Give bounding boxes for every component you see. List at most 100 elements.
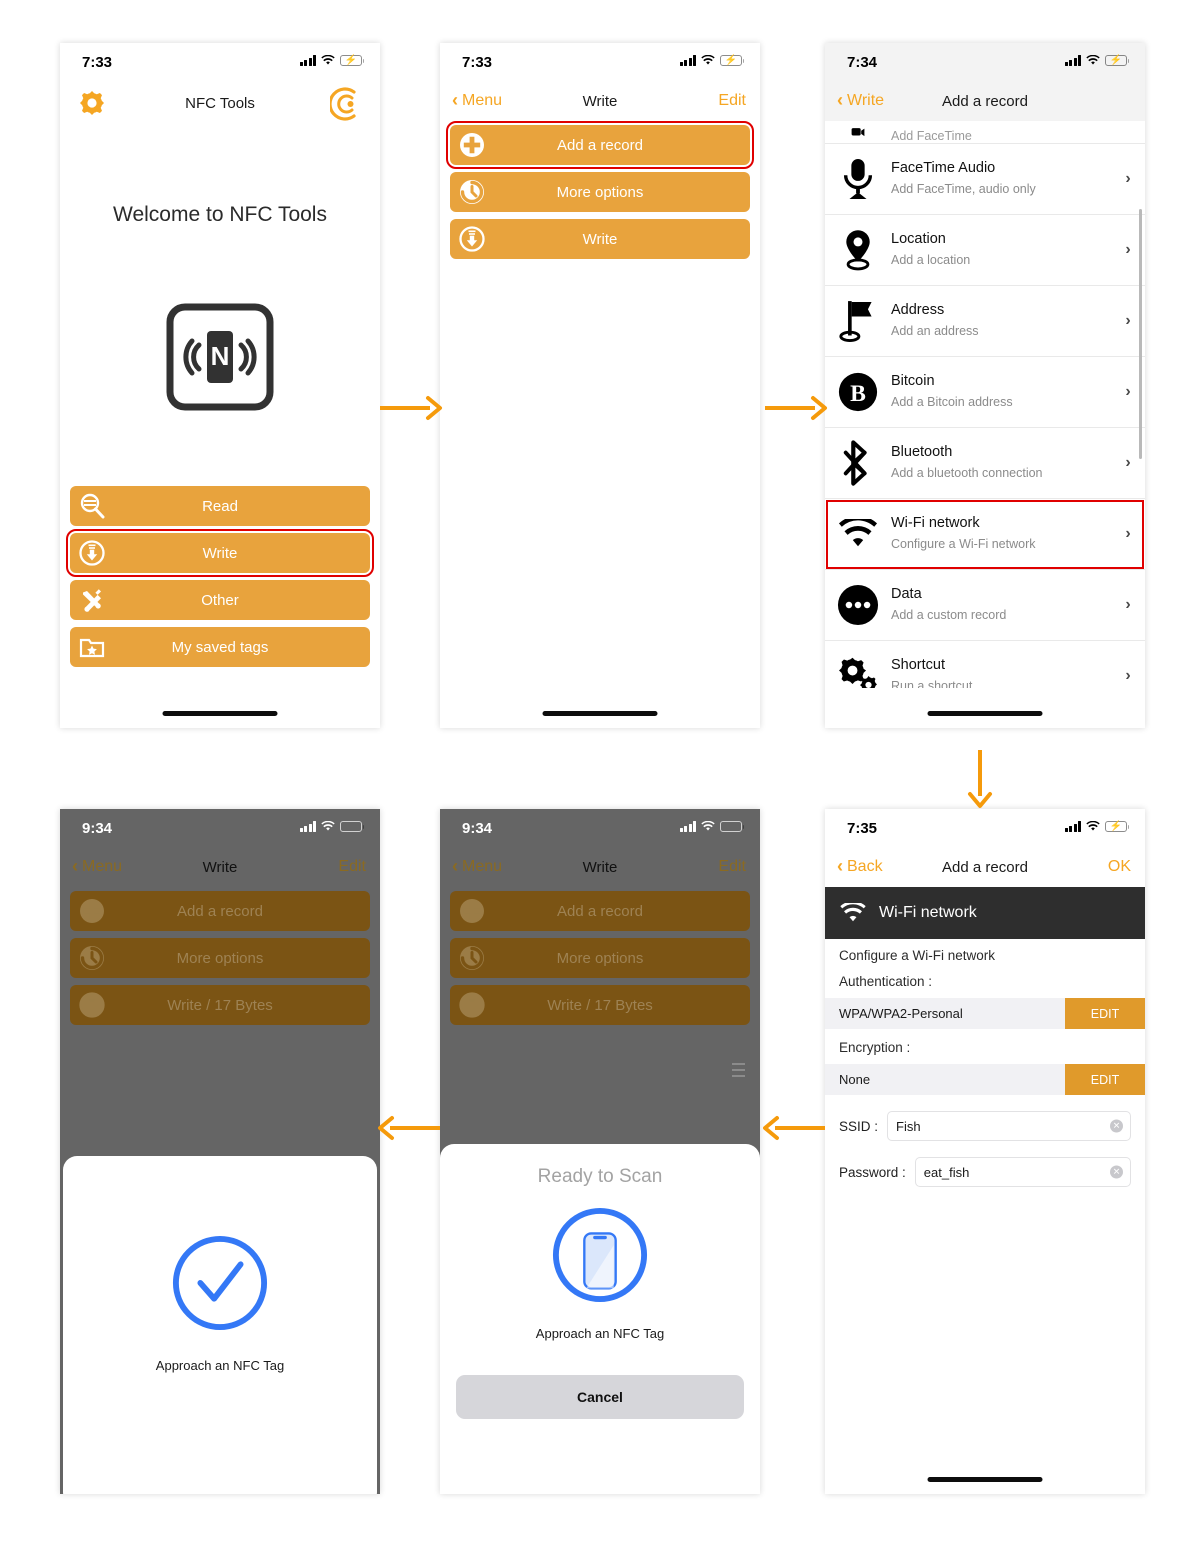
nfc-tag-logo-icon: N	[166, 303, 274, 411]
page-title: NFC Tools	[185, 94, 255, 112]
ssid-input[interactable]: Fish ✕	[887, 1111, 1131, 1141]
clear-field-icon[interactable]: ✕	[1110, 1119, 1123, 1133]
plus-circle-icon	[78, 897, 106, 925]
plus-circle-icon	[458, 131, 486, 159]
download-arrow-write-icon	[78, 991, 106, 1019]
add-a-record-button[interactable]: Add a record	[70, 891, 370, 931]
list-item-title: FaceTime Audio	[891, 160, 996, 177]
more-options-label: More options	[556, 183, 644, 201]
list-item-shortcut[interactable]: Shortcut Run a shortcut ›	[825, 641, 1145, 688]
write-actions: Add a record More options	[440, 891, 760, 1025]
list-item-bluetooth[interactable]: Bluetooth Add a bluetooth connection ›	[825, 428, 1145, 499]
list-item-data[interactable]: Data Add a custom record ›	[825, 570, 1145, 641]
other-button[interactable]: Other	[70, 580, 370, 620]
password-input[interactable]: eat_fish ✕	[914, 1157, 1131, 1187]
encryption-edit-button[interactable]: EDIT	[1065, 1064, 1145, 1095]
authentication-edit-button[interactable]: EDIT	[1065, 998, 1145, 1029]
write-tag-button[interactable]: Write / 17 Bytes	[70, 985, 370, 1025]
battery-charging-icon: ⚡	[1105, 821, 1130, 832]
my-saved-tags-button[interactable]: My saved tags	[70, 627, 370, 667]
screen-scan-success: 9:34 ‹ Menu Write Edit Add a record More…	[60, 809, 380, 1494]
more-options-button[interactable]: More options	[70, 938, 370, 978]
read-button[interactable]: Read	[70, 486, 370, 526]
list-item-partial-facetime[interactable]: Add FaceTime	[825, 121, 1145, 144]
options-circle-icon	[458, 178, 486, 206]
more-options-button[interactable]: More options	[450, 172, 750, 212]
checkmark-in-circle-icon	[63, 1234, 377, 1332]
phone-in-circle-icon	[440, 1206, 760, 1304]
battery-charging-icon: ⚡	[720, 55, 745, 66]
nav-bar: ‹ Write Add a record	[825, 81, 1145, 121]
cancel-button[interactable]: Cancel	[456, 1375, 744, 1419]
magnifier-read-icon	[78, 492, 106, 520]
other-button-label: Other	[201, 591, 239, 609]
arrow-screen5-to-screen6	[378, 1116, 440, 1140]
write-button[interactable]: Write	[66, 529, 374, 577]
status-icons	[299, 821, 365, 832]
more-options-label: More options	[176, 949, 264, 967]
list-item-bitcoin[interactable]: B Bitcoin Add a Bitcoin address ›	[825, 357, 1145, 428]
status-bar: 7:33 ⚡	[60, 43, 380, 81]
list-item-facetime-audio[interactable]: FaceTime Audio Add FaceTime, audio only …	[825, 144, 1145, 215]
list-item-text: Data Add a custom record	[891, 585, 1111, 624]
encryption-row[interactable]: None EDIT	[825, 1064, 1145, 1095]
status-time: 7:33	[82, 54, 113, 71]
nav-bar: ‹ Menu Write Edit	[60, 847, 380, 887]
ready-to-scan-sheet: Ready to Scan Approach an NFC Tag Cancel	[440, 1144, 760, 1494]
home-indicator	[927, 1477, 1043, 1482]
list-item-title: Wi-Fi network	[891, 515, 980, 532]
nav-bar: ‹ Menu Write Edit	[440, 81, 760, 121]
tools-wrench-screwdriver-icon	[78, 586, 106, 614]
cellular-bars-icon	[679, 821, 696, 832]
status-icons: ⚡	[1064, 55, 1130, 66]
write-tag-label: Write / 17 Bytes	[167, 996, 273, 1014]
more-options-button[interactable]: More options	[450, 938, 750, 978]
list-lines-icon[interactable]	[732, 1063, 745, 1077]
clear-field-icon[interactable]: ✕	[1110, 1165, 1123, 1179]
home-actions: Read Write Other My saved tags	[60, 486, 380, 667]
list-item-subtitle: Configure a Wi-Fi network	[891, 537, 1036, 552]
home-indicator	[542, 711, 658, 716]
edit-button[interactable]: Edit	[718, 81, 746, 121]
authentication-row[interactable]: WPA/WPA2-Personal EDIT	[825, 998, 1145, 1029]
status-bar: 9:34	[440, 809, 760, 847]
list-item-partial-subtitle: Add FaceTime	[891, 129, 972, 143]
flag-icon	[825, 299, 891, 343]
wifi-icon	[840, 903, 866, 922]
list-item-title: Data	[891, 586, 922, 603]
list-item-text: Location Add a location	[891, 230, 1111, 269]
status-time: 9:34	[462, 820, 493, 837]
list-item-title: Bluetooth	[891, 444, 953, 461]
read-button-label: Read	[202, 497, 238, 515]
more-options-label: More options	[556, 949, 644, 967]
edit-button[interactable]: Edit	[718, 847, 746, 887]
add-a-record-button[interactable]: Add a record	[450, 891, 750, 931]
add-a-record-button[interactable]: Add a record	[446, 121, 754, 169]
bluetooth-icon	[825, 440, 891, 486]
status-bar: 7:35 ⚡	[825, 809, 1145, 847]
list-item-address[interactable]: Address Add an address ›	[825, 286, 1145, 357]
write-tag-button[interactable]: Write / 17 Bytes	[450, 985, 750, 1025]
status-icons: ⚡	[299, 55, 365, 66]
sheet-title: Ready to Scan	[537, 1166, 663, 1187]
scrollbar-thumb[interactable]	[1139, 209, 1142, 459]
ok-button[interactable]: OK	[1108, 847, 1131, 887]
list-item-location[interactable]: Location Add a location ›	[825, 215, 1145, 286]
cellular-bars-icon	[299, 55, 316, 66]
screen-nfc-tools-home: 7:33 ⚡ NFC Tools Welcome to NFC Tools N …	[60, 43, 380, 728]
wifi-description: Configure a Wi-Fi network	[839, 948, 996, 963]
wifi-icon	[1086, 55, 1100, 65]
ssid-label: SSID :	[839, 1118, 879, 1134]
screen-write: 7:33 ⚡ ‹ Menu Write Edit Add a record Mo…	[440, 43, 760, 728]
microphone-icon	[825, 157, 891, 201]
list-item-subtitle: Add a custom record	[891, 608, 1007, 623]
folder-star-icon	[78, 633, 106, 661]
list-item-wifi-network[interactable]: Wi-Fi network Configure a Wi-Fi network …	[825, 499, 1145, 570]
page-title: Add a record	[942, 92, 1028, 110]
list-item-subtitle: Add a location	[891, 253, 971, 268]
ssid-field-row: SSID : Fish ✕	[825, 1111, 1145, 1141]
plus-circle-icon	[458, 897, 486, 925]
write-tag-button[interactable]: Write	[450, 219, 750, 259]
edit-button[interactable]: Edit	[338, 847, 366, 887]
record-type-list[interactable]: Add FaceTime FaceTime Audio Add FaceTime…	[825, 121, 1145, 688]
